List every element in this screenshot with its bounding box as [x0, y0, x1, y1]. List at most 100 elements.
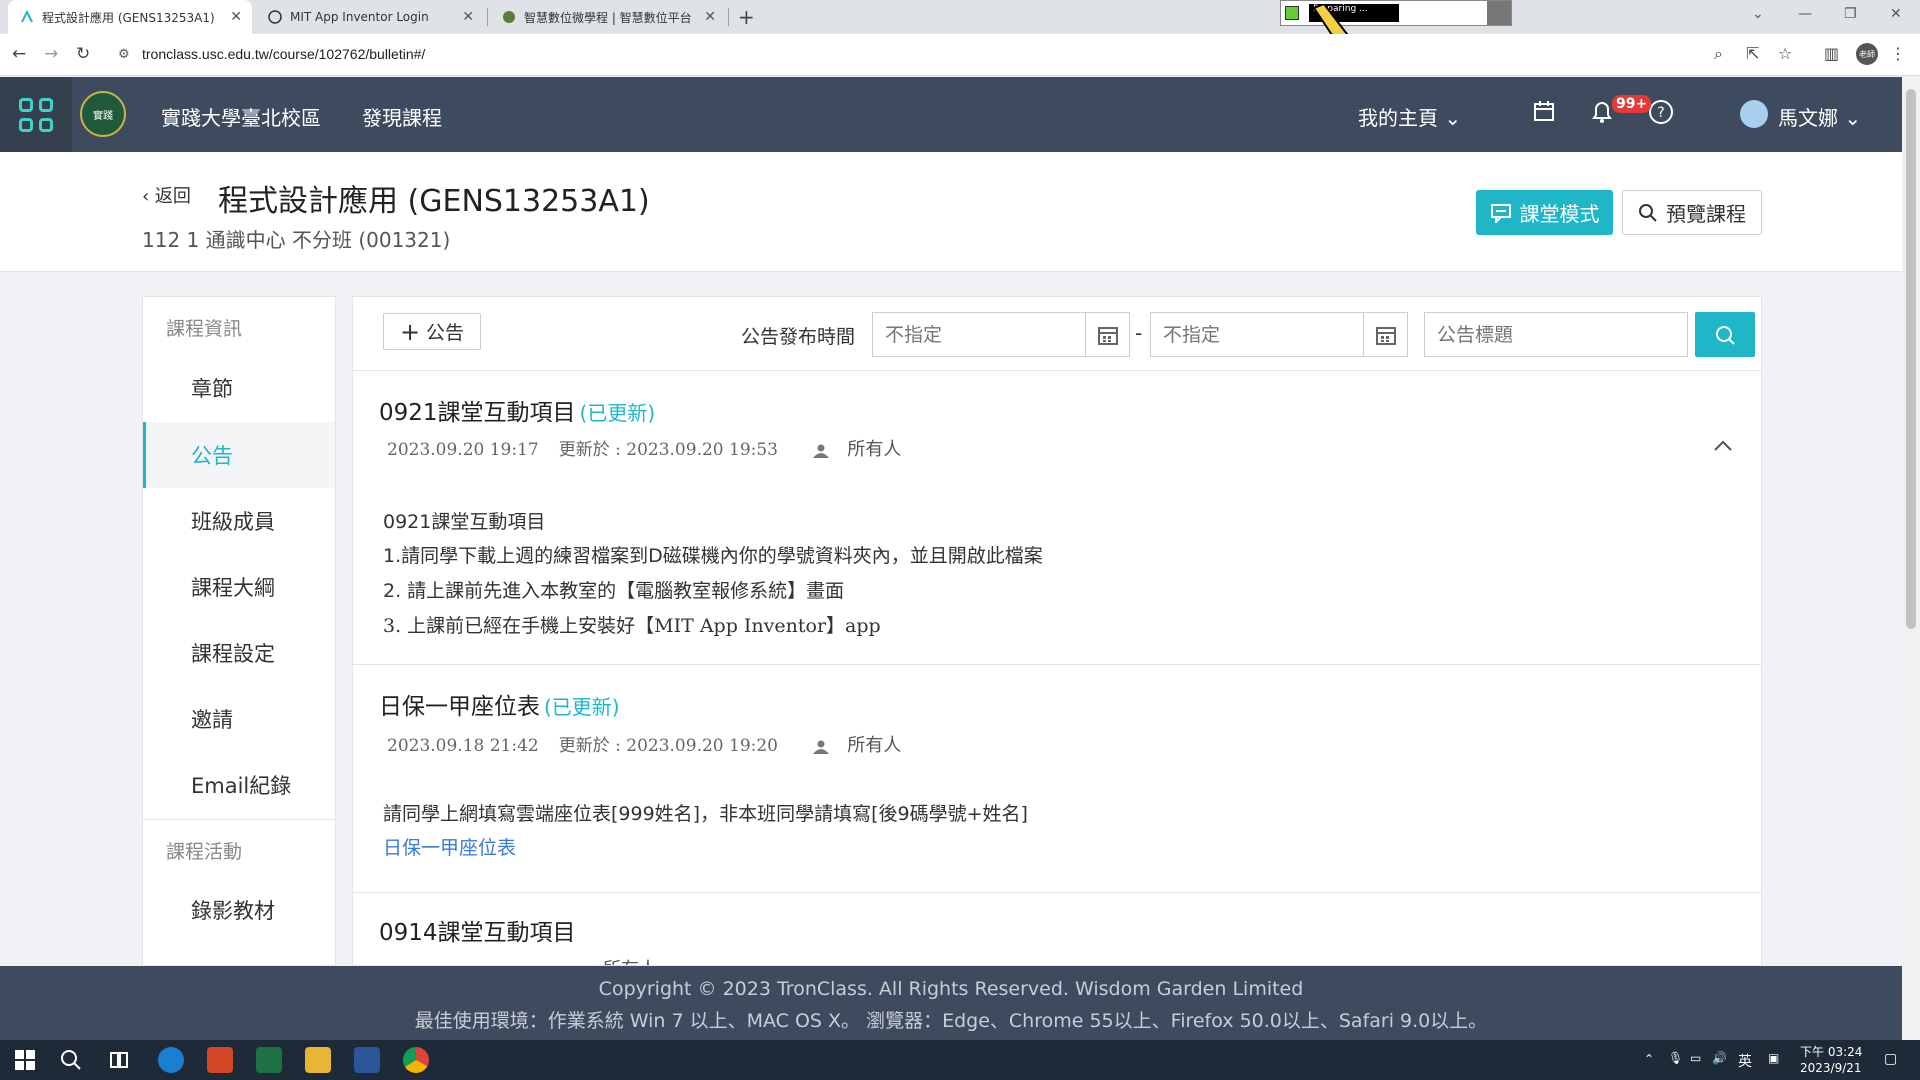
network-icon[interactable]: ▭	[1690, 1051, 1701, 1065]
user-avatar[interactable]	[1740, 100, 1768, 128]
help-icon[interactable]: ?	[1648, 99, 1674, 131]
sidebar-item-email-log[interactable]: Email紀錄	[143, 752, 335, 818]
preview-course-button[interactable]: 預覽課程	[1622, 190, 1762, 235]
user-menu[interactable]: 馬文娜 ⌄	[1778, 102, 1861, 131]
chevron-up-icon[interactable]	[1713, 439, 1733, 451]
sidebar-item-invite[interactable]: 邀請	[143, 686, 335, 752]
tray-chevron-icon[interactable]: ⌃	[1644, 1052, 1654, 1066]
tab-label: 智慧數位微學程 | 智慧數位平台	[524, 10, 692, 25]
classroom-mode-button[interactable]: 課堂模式	[1476, 190, 1613, 235]
ime-mode-icon[interactable]: ▣	[1768, 1051, 1779, 1065]
sidebar-item-announcements[interactable]: 公告	[143, 422, 335, 488]
overlay-handle[interactable]	[1487, 1, 1511, 25]
announcement-title-search[interactable]	[1424, 312, 1688, 357]
chevron-down-icon: ⌄	[1444, 106, 1462, 130]
clock-time[interactable]: 下午 03:24	[1800, 1043, 1862, 1060]
publish-time-label: 公告發布時間	[741, 326, 856, 348]
sidebar-item-videos[interactable]: 錄影教材	[143, 877, 335, 943]
announcement-title[interactable]: 0914課堂互動項目	[379, 913, 576, 947]
excel-icon[interactable]	[256, 1047, 282, 1073]
share-icon[interactable]: ⇱	[1746, 44, 1759, 63]
url-field[interactable]: tronclass.usc.edu.tw/course/102762/bulle…	[142, 46, 425, 62]
chrome-icon[interactable]	[403, 1047, 429, 1073]
tab-course[interactable]: 程式設計應用 (GENS13253A1) ✕	[8, 0, 252, 34]
announcement-body-line: 0921課堂互動項目	[383, 511, 546, 533]
footer-environment: 最佳使用環境：作業系統 Win 7 以上、MAC OS X。 瀏覽器：Edge、…	[414, 1010, 1488, 1032]
task-view-icon[interactable]	[106, 1047, 132, 1073]
clock-date[interactable]: 2023/9/21	[1800, 1061, 1862, 1075]
tab-label: MIT App Inventor Login	[290, 10, 429, 24]
people-icon	[813, 740, 830, 754]
tab-app-inventor[interactable]: MIT App Inventor Login ✕	[256, 0, 484, 34]
discover-courses-link[interactable]: 發現課程	[362, 102, 442, 131]
minimize-icon[interactable]: —	[1798, 6, 1812, 22]
date-to-picker	[1150, 312, 1408, 357]
close-icon[interactable]: ✕	[462, 9, 474, 25]
seating-chart-link[interactable]: 日保一甲座位表	[383, 833, 516, 860]
notification-center-icon[interactable]: ▢	[1884, 1051, 1897, 1067]
date-range-dash: -	[1135, 321, 1143, 345]
zoom-icon[interactable]: ⌕	[1714, 44, 1723, 64]
microphone-icon[interactable]: 🎙	[1668, 1051, 1683, 1065]
profile-avatar[interactable]: 老師	[1856, 43, 1878, 65]
close-icon[interactable]: ✕	[230, 9, 242, 25]
globe-icon	[502, 10, 516, 24]
scrollbar-thumb[interactable]	[1906, 89, 1916, 629]
announcement-title[interactable]: 0921課堂互動項目 (已更新)	[379, 393, 655, 427]
tab-label: 程式設計應用 (GENS13253A1)	[42, 10, 215, 25]
tab-smart-platform[interactable]: 智慧數位微學程 | 智慧數位平台 ✕	[490, 0, 726, 34]
calendar-icon[interactable]	[1085, 313, 1129, 356]
forward-arrow-icon[interactable]: →	[44, 44, 58, 64]
audience-label: 所有人	[603, 955, 657, 965]
course-header: ‹ 返回 程式設計應用 (GENS13253A1) 112 1 通識中心 不分班…	[0, 152, 1902, 272]
audience-label: 所有人	[847, 439, 902, 460]
windows-start-icon[interactable]	[12, 1047, 38, 1073]
announcement-title-text: 0921課堂互動項目	[379, 400, 576, 426]
new-tab-button[interactable]: +	[738, 5, 755, 29]
bookmark-star-icon[interactable]: ☆	[1778, 44, 1792, 63]
sidebar-item-chapters[interactable]: 章節	[143, 355, 335, 421]
chevron-left-icon: ‹	[142, 186, 155, 207]
search-button[interactable]	[1695, 312, 1755, 357]
calendar-icon[interactable]	[1363, 313, 1407, 356]
bell-icon[interactable]	[1590, 99, 1614, 131]
browser-tab-bar: 程式設計應用 (GENS13253A1) ✕ MIT App Inventor …	[0, 0, 1920, 58]
school-logo[interactable]: 實踐	[80, 91, 126, 137]
notification-badge: 99+	[1612, 95, 1652, 113]
app-menu-button[interactable]	[0, 77, 72, 152]
edge-icon[interactable]	[158, 1047, 184, 1073]
search-icon[interactable]	[58, 1047, 84, 1073]
restore-icon[interactable]: ❐	[1844, 6, 1857, 22]
add-announcement-label: 公告	[426, 322, 465, 344]
sidebar-item-syllabus[interactable]: 課程大綱	[143, 554, 335, 620]
back-arrow-icon[interactable]: ←	[12, 44, 26, 64]
my-home-menu[interactable]: 我的主頁 ⌄	[1358, 102, 1461, 131]
announcement-item: 日保一甲座位表 (已更新) 2023.09.18 21:42 更新於 : 2023.…	[353, 665, 1761, 893]
school-link[interactable]: 實踐大學臺北校區	[161, 102, 321, 131]
volume-icon[interactable]: 🔊	[1712, 1051, 1727, 1065]
file-explorer-icon[interactable]	[305, 1047, 331, 1073]
date-to-input[interactable]	[1151, 313, 1365, 356]
announcement-item: 0921課堂互動項目 (已更新) 2023.09.20 19:17 更新於 : 20…	[353, 371, 1761, 665]
add-announcement-button[interactable]: + 公告	[383, 313, 481, 350]
tronclass-icon	[20, 9, 34, 24]
back-link[interactable]: ‹ 返回	[142, 182, 191, 208]
page-scrollbar[interactable]	[1902, 77, 1920, 1040]
tab-search-icon[interactable]: ⌄	[1752, 6, 1764, 22]
announcement-title[interactable]: 日保一甲座位表 (已更新)	[379, 687, 620, 721]
more-menu-icon[interactable]: ⋮	[1890, 44, 1906, 63]
close-window-icon[interactable]: ✕	[1890, 6, 1902, 22]
date-from-input[interactable]	[873, 313, 1087, 356]
preview-course-label: 預覽課程	[1666, 202, 1746, 226]
sidebar-item-settings[interactable]: 課程設定	[143, 620, 335, 686]
search-icon	[1716, 325, 1735, 345]
powerpoint-icon[interactable]	[207, 1047, 233, 1073]
calendar-icon[interactable]	[1532, 99, 1556, 129]
site-info-icon[interactable]: ⚙	[118, 47, 130, 62]
close-icon[interactable]: ✕	[704, 9, 716, 25]
ime-indicator[interactable]: 英	[1738, 1051, 1752, 1071]
word-icon[interactable]	[354, 1047, 380, 1073]
sidepanel-icon[interactable]: ▥	[1824, 44, 1839, 63]
reload-icon[interactable]: ↻	[76, 44, 90, 64]
sidebar-item-members[interactable]: 班級成員	[143, 488, 335, 554]
